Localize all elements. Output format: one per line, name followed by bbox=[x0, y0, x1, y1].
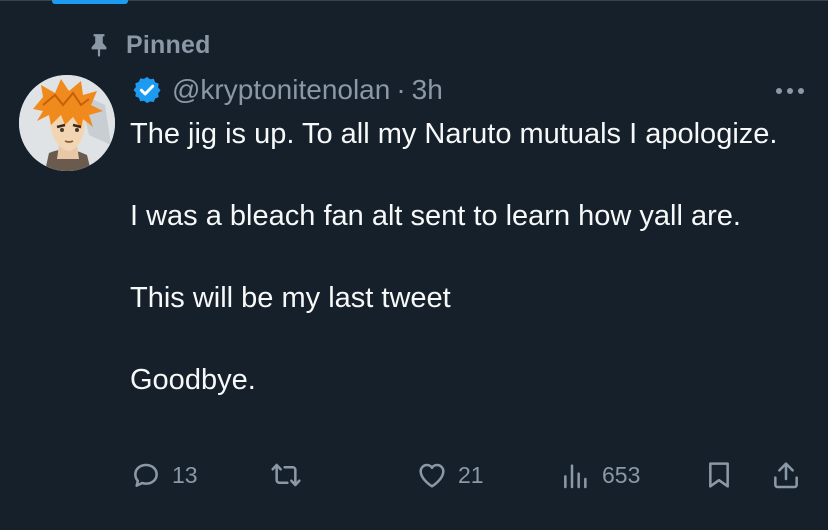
verified-badge-icon bbox=[133, 76, 161, 104]
tweet-paragraph: The jig is up. To all my Naruto mutuals … bbox=[130, 118, 778, 150]
bookmark-button[interactable] bbox=[703, 455, 735, 495]
retweet-button[interactable] bbox=[270, 455, 312, 495]
share-button[interactable] bbox=[770, 455, 802, 495]
views-icon bbox=[564, 464, 587, 489]
reply-icon bbox=[134, 463, 158, 487]
more-options-icon bbox=[776, 88, 804, 94]
like-icon bbox=[419, 463, 445, 488]
reply-button[interactable]: 13 bbox=[130, 455, 198, 495]
bookmark-icon bbox=[709, 462, 729, 488]
meta-separator: · bbox=[396, 74, 406, 105]
retweet-icon bbox=[271, 463, 301, 487]
views-button[interactable]: 653 bbox=[560, 455, 640, 495]
tweet-paragraph: Goodbye. bbox=[130, 364, 256, 396]
tweet-header: @kryptonitenolan · 3h bbox=[132, 72, 443, 108]
tweet-timestamp[interactable]: 3h bbox=[412, 74, 443, 106]
like-button[interactable]: 21 bbox=[416, 455, 484, 495]
share-icon bbox=[774, 462, 798, 489]
anime-character-avatar bbox=[19, 75, 115, 171]
tweet-paragraph: This will be my last tweet bbox=[130, 282, 451, 314]
view-count: 653 bbox=[602, 461, 641, 488]
tweet-paragraph: I was a bleach fan alt sent to learn how… bbox=[130, 200, 741, 232]
like-count: 21 bbox=[458, 461, 484, 488]
tweet-action-bar: 13 21 653 bbox=[0, 455, 828, 495]
more-options-button[interactable] bbox=[770, 78, 810, 104]
pin-icon bbox=[91, 34, 107, 57]
tweet-screen: Pinned @kryptonitenolan · 3h The jig is … bbox=[0, 0, 828, 530]
pinned-indicator: Pinned bbox=[86, 30, 211, 60]
user-handle[interactable]: @kryptonitenolan bbox=[172, 74, 390, 106]
reply-count: 13 bbox=[172, 461, 198, 488]
tweet-body: The jig is up. To all my Naruto mutuals … bbox=[130, 114, 810, 401]
avatar[interactable] bbox=[19, 75, 115, 171]
pinned-label: Pinned bbox=[126, 30, 211, 59]
active-tab-indicator bbox=[52, 0, 128, 4]
